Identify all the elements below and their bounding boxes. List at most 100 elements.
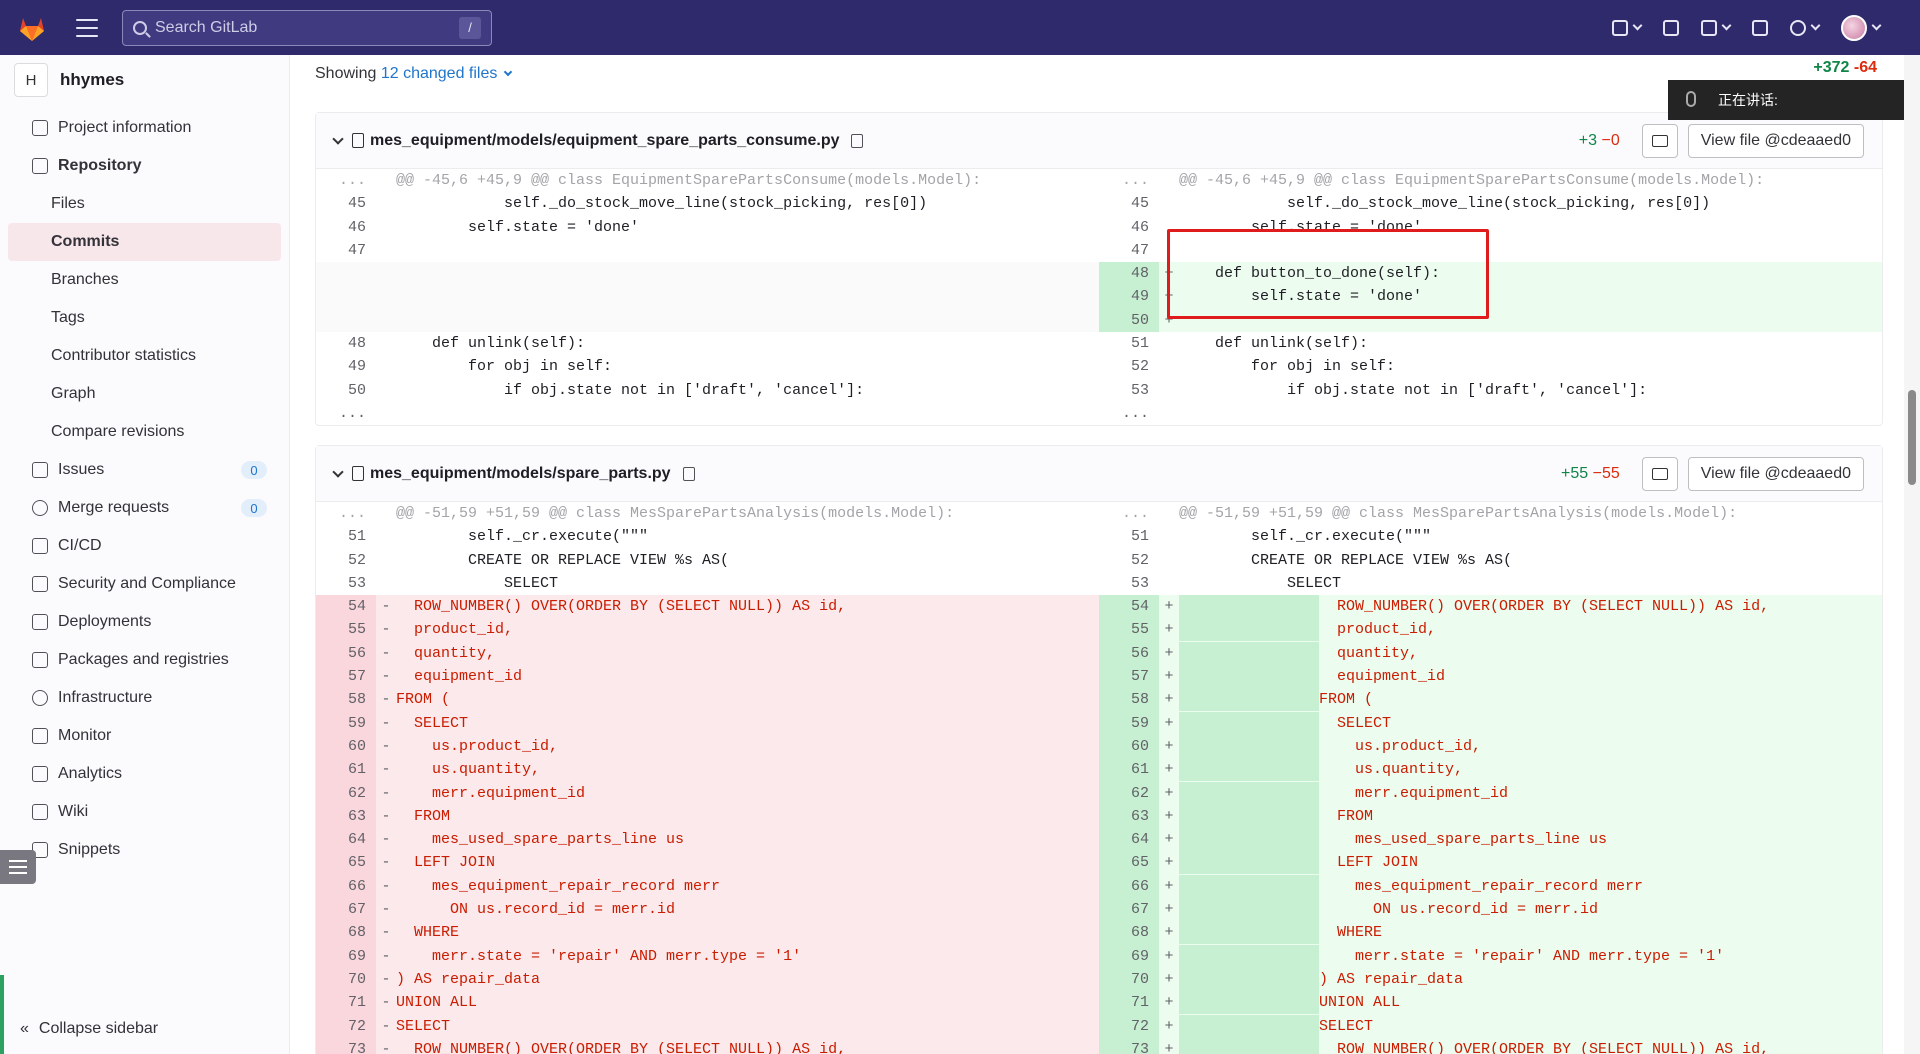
- search-icon: [133, 20, 147, 35]
- sidebar-item-repository[interactable]: Repository: [8, 147, 281, 185]
- scrollbar[interactable]: [1904, 55, 1920, 1054]
- diff-marker: +: [1164, 691, 1174, 709]
- diff-side: 69- merr.state = 'repair' AND merr.type …: [316, 944, 1099, 968]
- diff-side: ... @@ -51,59 +51,59 @@ class MesSparePar…: [316, 502, 1099, 525]
- line-number: 49: [1099, 285, 1159, 309]
- code-line: CREATE OR REPLACE VIEW %s AS(: [1179, 551, 1513, 569]
- diff-marker: -: [381, 831, 391, 849]
- sidebar-item-security[interactable]: Security and Compliance: [8, 565, 281, 603]
- hunk-header: @@ -45,6 +45,9 @@ class EquipmentSparePa…: [1179, 172, 1765, 189]
- diff-side: 46 self.state = 'done': [316, 216, 1099, 239]
- chevron-down-icon[interactable]: [332, 132, 344, 145]
- diff-row: 58- FROM (58 + FROM (: [316, 688, 1882, 712]
- code-text: merr.equipment_id: [1319, 784, 1509, 802]
- sidebar-item-label: Security and Compliance: [58, 575, 236, 592]
- code-line: us.product_id,: [1179, 734, 1882, 758]
- code-line: FROM: [396, 807, 451, 825]
- diff-side: 58 + FROM (: [1099, 688, 1882, 712]
- chevron-down-icon: [1721, 20, 1732, 31]
- sidebar-item-contributor-statistics[interactable]: Contributor statistics: [8, 337, 281, 375]
- diff-side: 49 for obj in self:: [316, 355, 1099, 378]
- scrollbar-thumb[interactable]: [1908, 390, 1916, 485]
- diff-row: 54- ROW_NUMBER() OVER(ORDER BY (SELECT N…: [316, 595, 1882, 619]
- whitespace-highlight: [1179, 641, 1319, 665]
- diff-marker: [376, 355, 396, 378]
- sidebar-item-wiki[interactable]: Wiki: [8, 793, 281, 831]
- count-badge: 0: [241, 461, 267, 479]
- diff-row: 61- us.quantity, 61 + us.quantity,: [316, 758, 1882, 782]
- line-number: 48: [347, 335, 366, 353]
- hunk-header: @@ -45,6 +45,9 @@ class EquipmentSparePa…: [396, 172, 982, 189]
- sidebar-item-ci-cd[interactable]: CI/CD: [8, 527, 281, 565]
- gitlab-logo-icon[interactable]: [16, 12, 48, 44]
- diff-side: ... @@ -45,6 +45,9 @@ class EquipmentSpar…: [1099, 169, 1882, 192]
- file-deletions: −55: [1592, 464, 1620, 482]
- diff-side: 45 self._do_stock_move_line(stock_pickin…: [1099, 192, 1882, 215]
- comment-button[interactable]: [1641, 456, 1678, 491]
- sidebar-item-project-information[interactable]: Project information: [8, 109, 281, 147]
- code-line: self._cr.execute(""": [396, 528, 649, 546]
- diff-side: [316, 308, 1099, 333]
- file-path[interactable]: mes_equipment/models/equipment_spare_par…: [370, 132, 839, 150]
- sidebar-item-deployments[interactable]: Deployments: [8, 603, 281, 641]
- user-menu[interactable]: [1841, 14, 1882, 41]
- total-deletions: -64: [1853, 59, 1877, 76]
- sidebar-item-tags[interactable]: Tags: [8, 299, 281, 337]
- sidebar-item-packages[interactable]: Packages and registries: [8, 641, 281, 679]
- file-path[interactable]: mes_equipment/models/spare_parts.py: [370, 465, 671, 483]
- code-line: self._cr.execute(""": [1179, 528, 1432, 546]
- menu-icon[interactable]: [76, 18, 98, 37]
- changed-files-dropdown[interactable]: 12 changed files: [381, 65, 513, 82]
- diff-side: 58- FROM (: [316, 688, 1099, 712]
- sidebar-item-infrastructure[interactable]: Infrastructure: [8, 679, 281, 717]
- comment-button[interactable]: [1641, 123, 1678, 158]
- code-line: if obj.state not in ['draft', 'cancel']:: [396, 381, 865, 399]
- view-file-button[interactable]: View file @cdeaaed0: [1687, 456, 1864, 491]
- list-toggle-icon[interactable]: [0, 850, 36, 884]
- diff-side: 53 SELECT: [316, 572, 1099, 595]
- view-file-button[interactable]: View file @cdeaaed0: [1687, 123, 1864, 158]
- help-dropdown[interactable]: [1790, 19, 1821, 36]
- copy-icon[interactable]: [682, 466, 695, 481]
- diff-side: 54- ROW_NUMBER() OVER(ORDER BY (SELECT N…: [316, 595, 1099, 619]
- collapse-sidebar-button[interactable]: « Collapse sidebar: [20, 1020, 158, 1038]
- sidebar-item-merge-requests[interactable]: Merge requests 0: [8, 489, 281, 527]
- line-number: 51: [1130, 528, 1149, 546]
- diff-marker: [1159, 169, 1179, 192]
- line-number: 53: [1130, 381, 1149, 399]
- line-number: 67: [316, 898, 376, 922]
- sidebar-item-analytics[interactable]: Analytics: [8, 755, 281, 793]
- diff-row: ......: [316, 402, 1882, 425]
- sidebar-item-graph[interactable]: Graph: [8, 375, 281, 413]
- sidebar-item-commits[interactable]: Commits: [8, 223, 281, 261]
- search-input[interactable]: Search GitLab /: [122, 9, 492, 46]
- sidebar-item-branches[interactable]: Branches: [8, 261, 281, 299]
- code-line: mes_equipment_repair_record merr: [396, 877, 721, 895]
- chevron-down-icon[interactable]: [332, 465, 344, 478]
- sidebar-item-issues[interactable]: Issues 0: [8, 451, 281, 489]
- merge-requests-dropdown[interactable]: [1701, 19, 1732, 36]
- sidebar-item-files[interactable]: Files: [8, 185, 281, 223]
- diff-marker: +: [1164, 901, 1174, 919]
- diff-marker: +: [1164, 668, 1174, 686]
- diff-side: 57- equipment_id: [316, 665, 1099, 689]
- search-placeholder: Search GitLab: [155, 18, 258, 36]
- create-new-dropdown[interactable]: [1612, 19, 1643, 36]
- copy-icon[interactable]: [851, 133, 864, 148]
- sidebar-item-compare-revisions[interactable]: Compare revisions: [8, 413, 281, 451]
- line-number: 73: [1099, 1037, 1159, 1054]
- project-header[interactable]: H hhymes: [0, 55, 289, 105]
- sidebar-item-label: Issues: [58, 461, 105, 478]
- diff-marker: [376, 549, 396, 572]
- diff-side: 45 self._do_stock_move_line(stock_pickin…: [316, 192, 1099, 215]
- diff-row: 47 47: [316, 239, 1882, 262]
- sidebar-item-monitor[interactable]: Monitor: [8, 717, 281, 755]
- diff-side: 63 + FROM: [1099, 804, 1882, 829]
- whitespace-highlight: [1179, 898, 1319, 922]
- line-number: 70: [1099, 967, 1159, 992]
- diff-table: ... @@ -51,59 +51,59 @@ class MesSparePar…: [316, 502, 1882, 1054]
- sidebar-item-snippets[interactable]: Snippets: [8, 831, 281, 869]
- todos-button[interactable]: [1752, 19, 1768, 36]
- issues-button[interactable]: [1663, 19, 1679, 36]
- diff-row: 50 if obj.state not in ['draft', 'cancel…: [316, 379, 1882, 402]
